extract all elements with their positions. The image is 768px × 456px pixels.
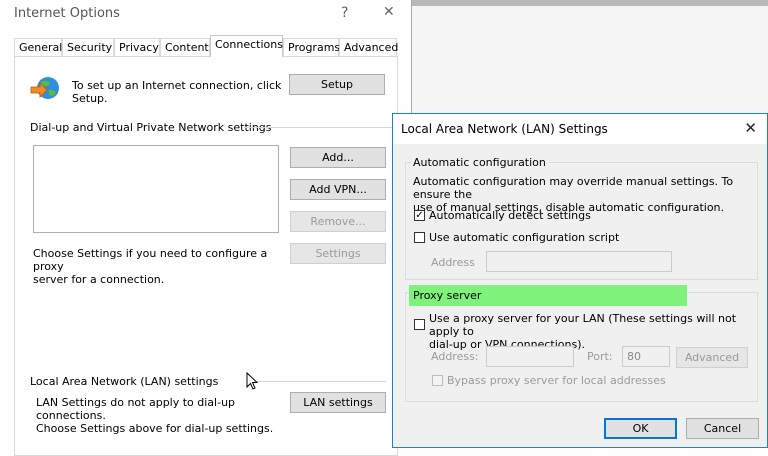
dialog-title: Local Area Network (LAN) Settings [401, 122, 608, 136]
script-address-label: Address [431, 256, 475, 269]
cancel-button[interactable]: Cancel [686, 418, 759, 439]
advanced-button[interactable]: Advanced [676, 347, 748, 368]
proxy-address-label: Address: [431, 350, 479, 363]
globe-icon [29, 75, 63, 105]
close-icon[interactable]: ✕ [744, 119, 757, 137]
proxy-address-field[interactable] [486, 346, 574, 367]
port-field[interactable]: 80 [622, 346, 670, 367]
ok-button[interactable]: OK [604, 418, 677, 439]
setup-button[interactable]: Setup [289, 74, 385, 95]
lan-settings-button[interactable]: LAN settings [290, 392, 386, 413]
help-icon[interactable]: ? [341, 5, 348, 21]
mouse-cursor-icon [246, 371, 259, 393]
tab-advanced[interactable]: Advanced [339, 38, 398, 56]
bypass-local-label: Bypass proxy server for local addresses [447, 374, 666, 387]
port-label: Port: [587, 350, 613, 363]
settings-button[interactable]: Settings [290, 243, 386, 264]
remove-button[interactable]: Remove... [290, 211, 386, 232]
divider [254, 381, 386, 382]
connections-listbox[interactable] [33, 145, 279, 233]
use-script-label: Use automatic configuration script [429, 231, 620, 244]
proxy-hint: Choose Settings if you need to configure… [33, 247, 268, 286]
divider [244, 127, 394, 128]
setup-description: To set up an Internet connection, click … [72, 79, 282, 105]
use-proxy-label: Use a proxy server for your LAN (These s… [429, 312, 737, 351]
dialup-heading: Dial-up and Virtual Private Network sett… [30, 121, 276, 134]
tab-general[interactable]: General [14, 38, 62, 56]
lan-settings-dialog: Local Area Network (LAN) Settings ✕ Auto… [392, 113, 768, 448]
lan-description: LAN Settings do not apply to dial-up con… [36, 396, 274, 435]
tab-connections[interactable]: Connections [210, 35, 283, 57]
script-address-field[interactable] [486, 251, 672, 272]
lan-heading: Local Area Network (LAN) settings [30, 375, 223, 388]
auto-detect-label: Automatically detect settings [429, 209, 591, 222]
add-button[interactable]: Add... [290, 147, 386, 168]
proxy-legend: Proxy server [413, 289, 482, 302]
window-title: Internet Options [14, 6, 120, 21]
auto-detect-checkbox[interactable]: ✓ [414, 210, 425, 221]
tab-privacy[interactable]: Privacy [114, 38, 160, 56]
use-proxy-checkbox[interactable] [414, 319, 425, 330]
background-window-edge [412, 0, 768, 6]
tab-programs[interactable]: Programs [283, 38, 340, 56]
tab-content[interactable]: Content [160, 38, 210, 56]
close-icon[interactable]: ✕ [383, 4, 395, 20]
internet-options-window: Internet Options ? ✕ General Security Pr… [0, 0, 412, 456]
tab-security[interactable]: Security [62, 38, 114, 56]
add-vpn-button[interactable]: Add VPN... [290, 179, 386, 200]
use-script-checkbox[interactable] [414, 232, 425, 243]
bypass-local-checkbox[interactable] [432, 375, 443, 386]
auto-config-legend: Automatic configuration [411, 156, 548, 169]
